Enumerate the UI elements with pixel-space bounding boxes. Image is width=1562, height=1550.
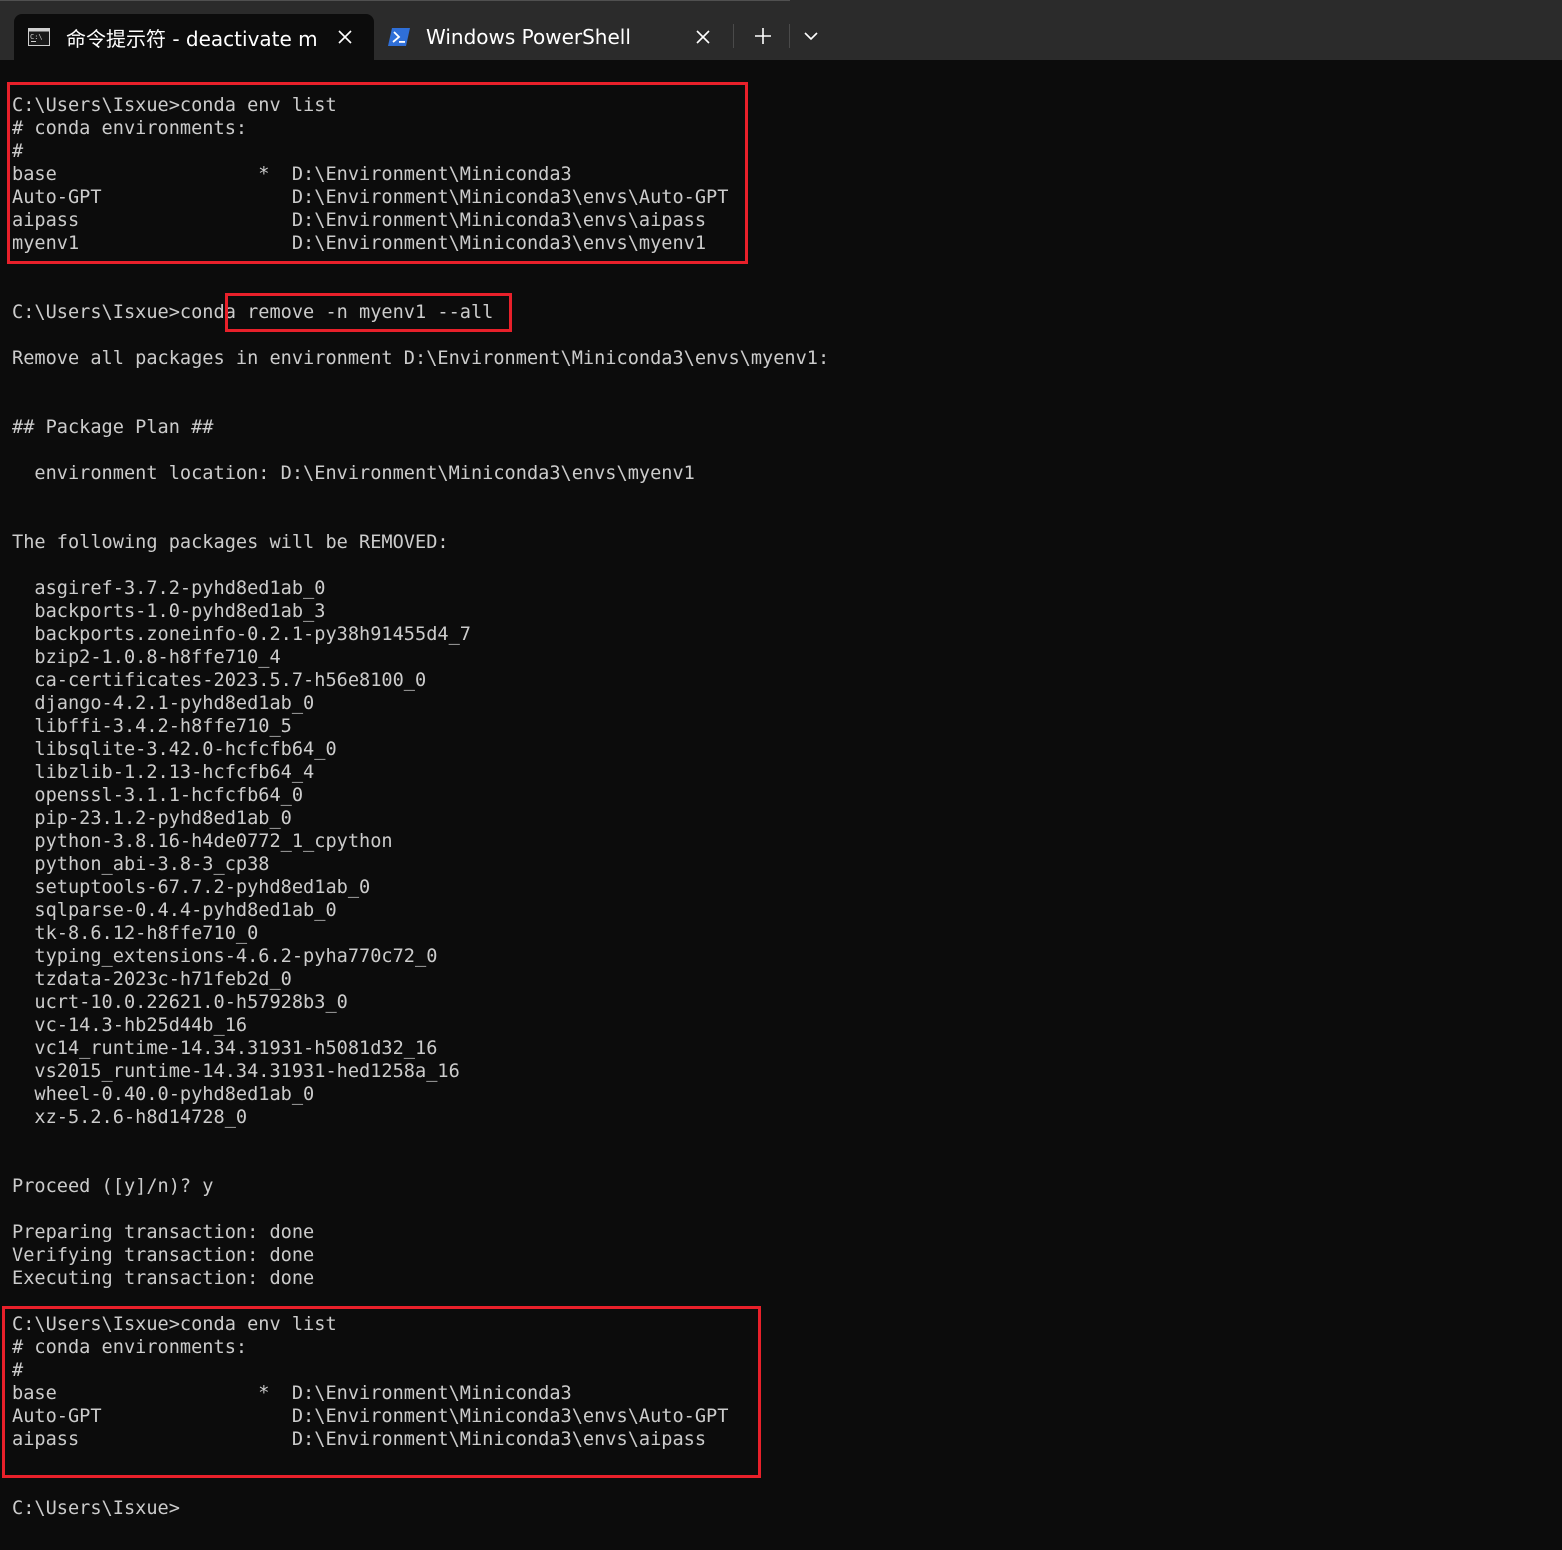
terminal-line: # <box>12 1360 24 1381</box>
terminal-line: Proceed ([y]/n)? y <box>12 1176 214 1197</box>
tab-bar-top-line <box>0 0 790 1</box>
terminal-line: python-3.8.16-h4de0772_1_cpython <box>12 831 393 852</box>
terminal-line: environment location: D:\Environment\Min… <box>12 463 695 484</box>
terminal-line: # conda environments: <box>12 1337 248 1358</box>
cmd-icon: C:\ <box>28 28 50 46</box>
terminal-line: Remove all packages in environment D:\En… <box>12 348 830 369</box>
terminal-line: wheel-0.40.0-pyhd8ed1ab_0 <box>12 1084 315 1105</box>
terminal-line: ucrt-10.0.22621.0-h57928b3_0 <box>12 992 348 1013</box>
terminal-line: base * D:\Environment\Miniconda3 <box>12 1383 572 1404</box>
tab-separator <box>789 24 790 48</box>
tab-separator <box>733 24 734 48</box>
tab-label: Windows PowerShell <box>426 25 631 49</box>
terminal-line: base * D:\Environment\Miniconda3 <box>12 164 572 185</box>
tab-windows-powershell[interactable]: Windows PowerShell <box>378 14 730 60</box>
terminal-window: C:\ 命令提示符 - deactivate m Windows PowerSh… <box>0 0 1562 1550</box>
terminal-output[interactable]: C:\Users\Isxue>conda env list # conda env… <box>12 94 829 1520</box>
terminal-line: myenv1 D:\Environment\Miniconda3\envs\my… <box>12 233 707 254</box>
terminal-line: vs2015_runtime-14.34.31931-hed1258a_16 <box>12 1061 460 1082</box>
terminal-line: C:\Users\Isxue>conda env list <box>12 1314 337 1335</box>
terminal-line: Auto-GPT D:\Environment\Miniconda3\envs\… <box>12 1406 729 1427</box>
terminal-line: Preparing transaction: done <box>12 1222 315 1243</box>
terminal-line: libffi-3.4.2-h8ffe710_5 <box>12 716 292 737</box>
terminal-line: tk-8.6.12-h8ffe710_0 <box>12 923 259 944</box>
terminal-line: aipass D:\Environment\Miniconda3\envs\ai… <box>12 210 707 231</box>
close-icon[interactable] <box>330 22 360 52</box>
terminal-line: ca-certificates-2023.5.7-h56e8100_0 <box>12 670 427 691</box>
terminal-line: Executing transaction: done <box>12 1268 315 1289</box>
terminal-line: libzlib-1.2.13-hcfcfb64_4 <box>12 762 315 783</box>
terminal-line: python_abi-3.8-3_cp38 <box>12 854 270 875</box>
terminal-line: C:\Users\Isxue> <box>12 1498 180 1519</box>
terminal-line: Auto-GPT D:\Environment\Miniconda3\envs\… <box>12 187 729 208</box>
tab-dropdown-button[interactable] <box>796 20 826 52</box>
terminal-line: backports.zoneinfo-0.2.1-py38h91455d4_7 <box>12 624 471 645</box>
terminal-line: typing_extensions-4.6.2-pyha770c72_0 <box>12 946 438 967</box>
svg-text:C:\: C:\ <box>30 33 43 41</box>
tab-label: 命令提示符 - deactivate m <box>66 26 318 51</box>
plus-icon <box>755 28 771 44</box>
terminal-line: django-4.2.1-pyhd8ed1ab_0 <box>12 693 315 714</box>
tab-command-prompt[interactable]: C:\ 命令提示符 - deactivate m <box>14 14 374 60</box>
tab-bar: C:\ 命令提示符 - deactivate m Windows PowerSh… <box>0 0 1562 60</box>
terminal-line: setuptools-67.7.2-pyhd8ed1ab_0 <box>12 877 371 898</box>
terminal-line: asgiref-3.7.2-pyhd8ed1ab_0 <box>12 578 326 599</box>
terminal-line: openssl-3.1.1-hcfcfb64_0 <box>12 785 304 806</box>
terminal-line: backports-1.0-pyhd8ed1ab_3 <box>12 601 326 622</box>
terminal-line: libsqlite-3.42.0-hcfcfb64_0 <box>12 739 337 760</box>
powershell-icon <box>388 28 410 46</box>
close-icon[interactable] <box>688 22 718 52</box>
terminal-line: # <box>12 141 24 162</box>
terminal-line: bzip2-1.0.8-h8ffe710_4 <box>12 647 281 668</box>
terminal-line: ## Package Plan ## <box>12 417 214 438</box>
terminal-line: pip-23.1.2-pyhd8ed1ab_0 <box>12 808 292 829</box>
terminal-line: C:\Users\Isxue>conda env list <box>12 95 337 116</box>
terminal-line: Verifying transaction: done <box>12 1245 315 1266</box>
terminal-line: tzdata-2023c-h71feb2d_0 <box>12 969 292 990</box>
terminal-line: sqlparse-0.4.4-pyhd8ed1ab_0 <box>12 900 337 921</box>
terminal-line: # conda environments: <box>12 118 248 139</box>
terminal-line: xz-5.2.6-h8d14728_0 <box>12 1107 248 1128</box>
terminal-line: aipass D:\Environment\Miniconda3\envs\ai… <box>12 1429 707 1450</box>
terminal-line: vc14_runtime-14.34.31931-h5081d32_16 <box>12 1038 438 1059</box>
terminal-line: vc-14.3-hb25d44b_16 <box>12 1015 248 1036</box>
chevron-down-icon <box>804 32 818 41</box>
terminal-line: C:\Users\Isxue>conda remove -n myenv1 --… <box>12 302 494 323</box>
new-tab-button[interactable] <box>746 20 780 52</box>
terminal-line: The following packages will be REMOVED: <box>12 532 449 553</box>
